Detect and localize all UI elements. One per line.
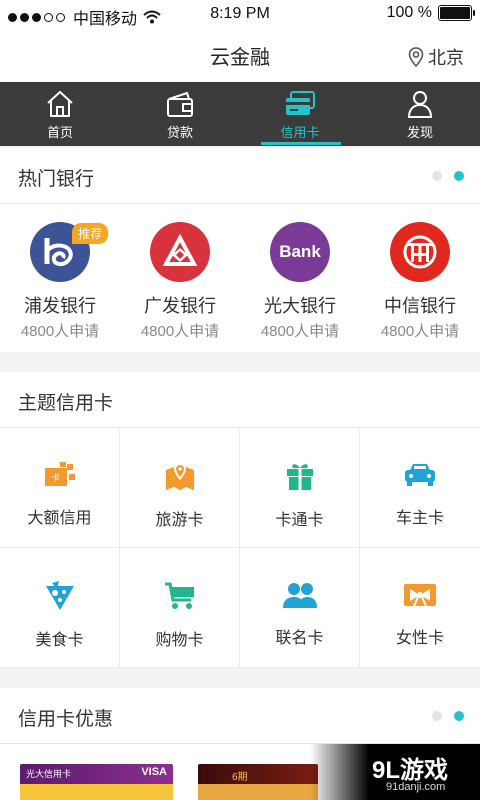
offer-banner-ceb[interactable]: 光大信用卡 VISA <box>20 764 173 800</box>
person-icon <box>407 91 433 118</box>
tab-loan-label: 贷款 <box>166 125 193 140</box>
large-credit-icon: 卡 <box>44 462 75 486</box>
home-icon <box>47 90 73 117</box>
card-offers-pager[interactable] <box>432 711 464 721</box>
theme-card-food[interactable]: 美食卡 <box>0 548 120 668</box>
pager-dot <box>432 171 442 181</box>
offer-installment-label: 6期 <box>232 772 248 783</box>
bank-name: 浦发银行 <box>24 296 96 316</box>
bank-cgb[interactable]: 广发银行 4800人申请 <box>120 204 240 352</box>
offer-bank-label: 光大信用卡 <box>26 769 72 779</box>
recommend-badge: 推荐 <box>72 223 109 244</box>
car-icon <box>405 464 435 486</box>
theme-card-name: 女性卡 <box>395 630 444 647</box>
theme-cards-title: 主题信用卡 <box>18 393 114 414</box>
bank-name: 中信银行 <box>384 296 456 316</box>
theme-card-women[interactable]: 女性卡 <box>360 548 480 668</box>
bank-ceb[interactable]: Bank 光大银行 4800人申请 <box>240 204 360 352</box>
tab-credit-card[interactable]: 信用卡 <box>240 82 360 146</box>
credit-card-icon <box>286 91 315 115</box>
svg-text:卡: 卡 <box>51 472 60 484</box>
top-tab-bar: 首页 贷款 信用卡 发现 <box>0 82 480 146</box>
pager-dot-active <box>454 171 464 181</box>
tab-loan[interactable]: 贷款 <box>120 82 240 146</box>
nav-bar: 云金融 北京 <box>0 28 480 82</box>
tab-discover-label: 发现 <box>406 125 433 140</box>
theme-cards-grid: 卡 大额信用 旅游卡 卡通卡 车主卡 美食卡 购物卡 联名卡 女性卡 <box>0 428 480 668</box>
food-icon <box>45 581 74 610</box>
pager-dot <box>432 711 442 721</box>
theme-card-name: 车主卡 <box>395 510 444 527</box>
hot-banks-title: 热门银行 <box>18 169 95 190</box>
theme-card-name: 卡通卡 <box>275 512 324 529</box>
hot-banks-header: 热门银行 <box>0 148 480 204</box>
hot-banks-list: 推荐 浦发银行 4800人申请 广发银行 4800人申请 Bank 光大银行 4… <box>0 204 480 352</box>
watermark-logo: 9L游戏 <box>372 757 449 784</box>
bank-apply-count: 4800人申请 <box>20 323 100 340</box>
wallet-icon <box>167 91 193 117</box>
offer-banner-installment[interactable]: 6期 <box>198 764 318 800</box>
theme-card-large-credit[interactable]: 卡 大额信用 <box>0 428 120 548</box>
location-pin-icon <box>408 47 424 67</box>
watermark-url: 91danji.com <box>386 781 446 793</box>
status-bar: 中国移动 8:19 PM 100 % <box>0 0 480 28</box>
bank-citic[interactable]: 中信银行 4800人申请 <box>360 204 480 352</box>
city-label: 北京 <box>428 48 464 68</box>
ceb-logo: Bank <box>270 222 330 282</box>
tab-credit-card-label: 信用卡 <box>280 125 320 140</box>
citic-logo <box>390 222 450 282</box>
offer-banner-strip <box>198 784 318 800</box>
theme-card-name: 联名卡 <box>275 630 324 647</box>
theme-card-co-branded[interactable]: 联名卡 <box>240 548 360 668</box>
offer-banner-strip <box>20 784 173 800</box>
bank-apply-count: 4800人申请 <box>260 323 340 340</box>
theme-card-travel[interactable]: 旅游卡 <box>120 428 240 548</box>
theme-cards-header: 主题信用卡 <box>0 372 480 428</box>
ceb-logo-text: Bank <box>279 242 321 261</box>
battery-percent: 100 % <box>386 4 432 21</box>
card-offers-title: 信用卡优惠 <box>18 709 114 730</box>
site-watermark: 9L游戏 91danji.com <box>310 744 480 800</box>
theme-card-cartoon[interactable]: 卡通卡 <box>240 428 360 548</box>
bank-name: 光大银行 <box>264 296 336 316</box>
bow-icon <box>404 584 436 607</box>
theme-card-name: 大额信用 <box>27 510 92 527</box>
pager-dot-active <box>454 711 464 721</box>
city-selector[interactable]: 北京 <box>408 44 464 70</box>
battery-status: 100 % <box>386 4 475 22</box>
people-icon <box>282 583 317 608</box>
card-offers-header: 信用卡优惠 <box>0 688 480 744</box>
bank-apply-count: 4800人申请 <box>140 323 220 340</box>
visa-logo: VISA <box>141 766 167 778</box>
theme-card-name: 美食卡 <box>35 632 84 649</box>
map-pin-icon <box>165 463 194 490</box>
cgb-logo <box>150 222 210 282</box>
tab-home-label: 首页 <box>46 125 73 140</box>
battery-icon <box>438 5 475 21</box>
bank-apply-count: 4800人申请 <box>380 323 460 340</box>
bank-spdb[interactable]: 推荐 浦发银行 4800人申请 <box>0 204 120 352</box>
gift-icon <box>286 464 313 490</box>
cart-icon <box>164 582 194 609</box>
theme-card-car-owner[interactable]: 车主卡 <box>360 428 480 548</box>
tab-home[interactable]: 首页 <box>0 82 120 146</box>
bank-name: 广发银行 <box>144 296 216 316</box>
hot-banks-pager[interactable] <box>432 171 464 181</box>
theme-card-shopping[interactable]: 购物卡 <box>120 548 240 668</box>
theme-card-name: 旅游卡 <box>155 512 204 529</box>
theme-card-name: 购物卡 <box>155 632 204 649</box>
tab-discover[interactable]: 发现 <box>360 82 480 146</box>
